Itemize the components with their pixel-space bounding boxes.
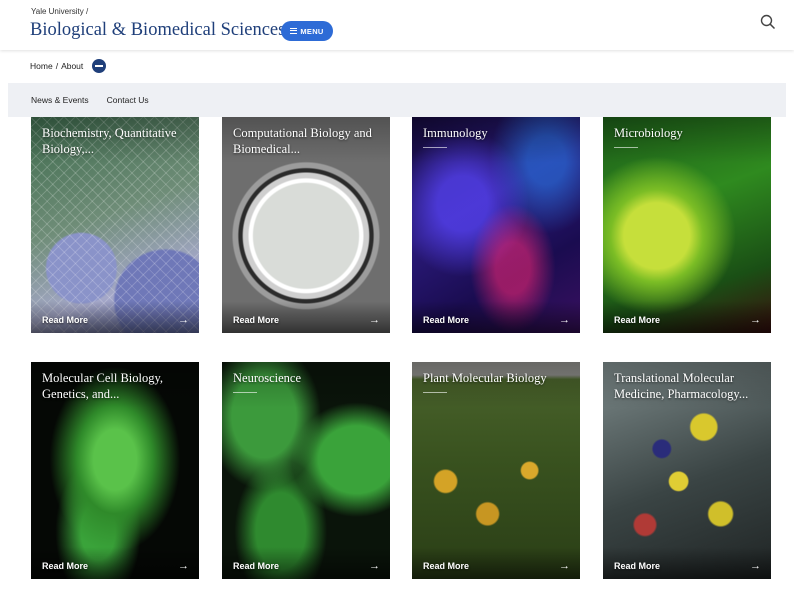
menu-button[interactable]: MENU bbox=[281, 21, 333, 41]
read-more-link[interactable]: Read More bbox=[42, 561, 88, 571]
arrow-right-icon: → bbox=[369, 560, 380, 572]
card-plant-molecular-biology[interactable]: Plant Molecular Biology Read More → bbox=[412, 362, 580, 579]
card-title: Neuroscience bbox=[233, 371, 302, 385]
menu-label: MENU bbox=[300, 26, 324, 36]
arrow-right-icon: → bbox=[750, 314, 761, 326]
subnav-item-news-events[interactable]: News & Events bbox=[31, 95, 89, 105]
card-title: Microbiology bbox=[614, 126, 683, 140]
search-icon[interactable] bbox=[760, 14, 776, 30]
card-translational-molecular-medicine[interactable]: Translational Molecular Medicine, Pharma… bbox=[603, 362, 771, 579]
site-header: Yale University / Biological & Biomedica… bbox=[0, 0, 794, 50]
card-neuroscience[interactable]: Neuroscience Read More → bbox=[222, 362, 390, 579]
card-title: Plant Molecular Biology bbox=[423, 371, 547, 385]
card-computational-biology[interactable]: Computational Biology and Biomedical... … bbox=[222, 117, 390, 333]
card-immunology[interactable]: Immunology Read More → bbox=[412, 117, 580, 333]
arrow-right-icon: → bbox=[178, 314, 189, 326]
read-more-link[interactable]: Read More bbox=[423, 315, 469, 325]
card-title: Molecular Cell Biology, Genetics, and... bbox=[42, 371, 164, 401]
read-more-link[interactable]: Read More bbox=[233, 561, 279, 571]
card-biochemistry[interactable]: Biochemistry, Quantitative Biology,... R… bbox=[31, 117, 199, 333]
sub-navigation: News & Events Contact Us bbox=[8, 83, 786, 117]
arrow-right-icon: → bbox=[559, 560, 570, 572]
title-underline bbox=[423, 392, 447, 393]
breadcrumb-home[interactable]: Home bbox=[30, 61, 53, 71]
read-more-link[interactable]: Read More bbox=[233, 315, 279, 325]
university-link[interactable]: Yale University / bbox=[31, 7, 88, 16]
subnav-item-contact-us[interactable]: Contact Us bbox=[107, 95, 149, 105]
read-more-link[interactable]: Read More bbox=[614, 561, 660, 571]
read-more-link[interactable]: Read More bbox=[42, 315, 88, 325]
title-underline bbox=[233, 392, 257, 393]
card-title: Computational Biology and Biomedical... bbox=[233, 126, 372, 156]
read-more-link[interactable]: Read More bbox=[423, 561, 469, 571]
breadcrumb: Home / About bbox=[30, 58, 107, 74]
card-title: Immunology bbox=[423, 126, 488, 140]
card-title: Translational Molecular Medicine, Pharma… bbox=[614, 371, 749, 401]
arrow-right-icon: → bbox=[178, 560, 189, 572]
card-microbiology[interactable]: Microbiology Read More → bbox=[603, 117, 771, 333]
arrow-right-icon: → bbox=[750, 560, 761, 572]
card-title: Biochemistry, Quantitative Biology,... bbox=[42, 126, 177, 156]
arrow-right-icon: → bbox=[369, 314, 380, 326]
hamburger-icon bbox=[290, 28, 298, 34]
read-more-link[interactable]: Read More bbox=[614, 315, 660, 325]
card-molecular-cell-biology[interactable]: Molecular Cell Biology, Genetics, and...… bbox=[31, 362, 199, 579]
minus-circle-icon[interactable] bbox=[92, 59, 107, 73]
breadcrumb-current: About bbox=[61, 61, 84, 71]
title-underline bbox=[614, 147, 638, 148]
site-title[interactable]: Biological & Biomedical Sciences bbox=[30, 20, 285, 41]
arrow-right-icon: → bbox=[559, 314, 570, 326]
breadcrumb-separator: / bbox=[55, 61, 59, 71]
title-underline bbox=[423, 147, 447, 148]
